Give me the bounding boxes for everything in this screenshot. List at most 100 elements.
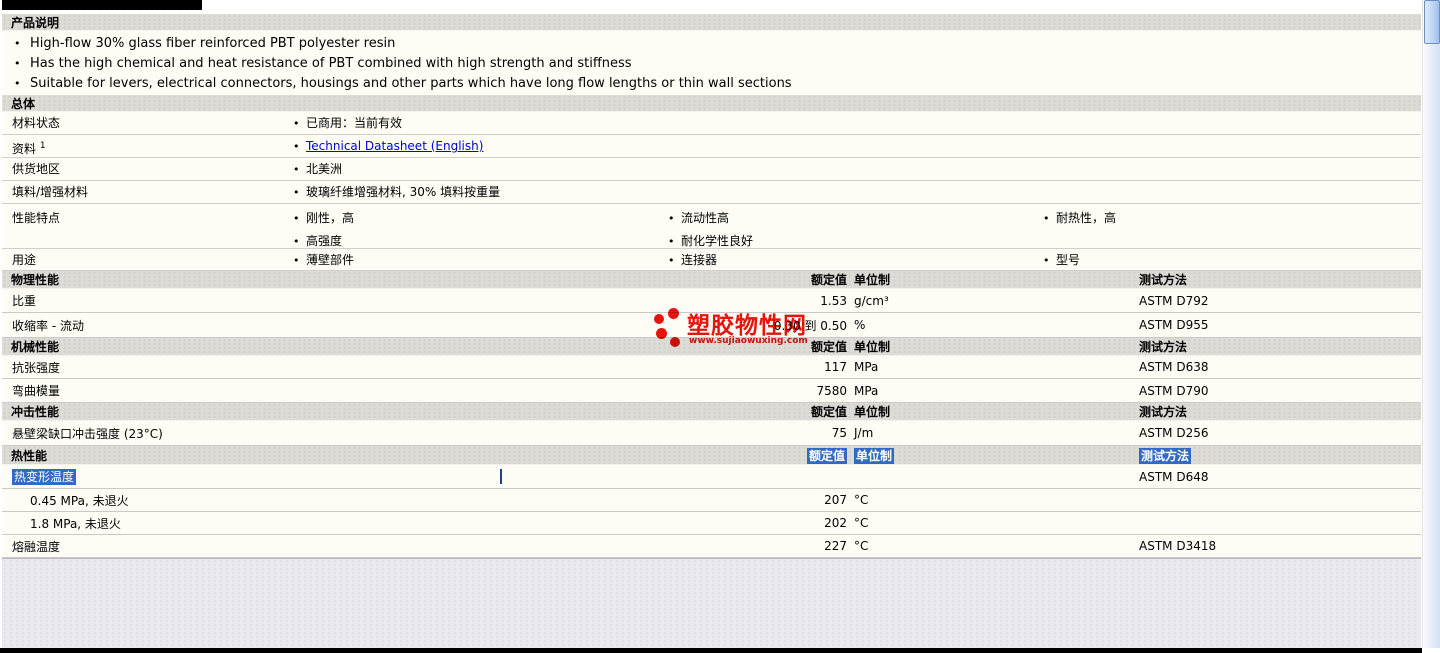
bullet-icon: • xyxy=(293,186,300,199)
property-label: 抗张强度 xyxy=(12,360,61,375)
property-row: 热变形温度 ASTM D648 xyxy=(2,465,1421,489)
property-row: 比重 1.53 g/cm³ ASTM D792 xyxy=(2,289,1421,313)
column-header-test-method: 测试方法 xyxy=(1139,405,1188,419)
bullet-icon: • xyxy=(14,57,21,70)
column-header-test-method: 测试方法 xyxy=(1139,340,1188,354)
property-unit: % xyxy=(854,318,866,332)
property-method: ASTM D256 xyxy=(1139,426,1209,440)
vertical-scrollbar[interactable] xyxy=(1422,0,1440,648)
property-value: 7580 xyxy=(816,383,847,398)
row-value: • 北美洲 xyxy=(293,158,668,181)
uses-col-3: • 型号 xyxy=(1043,249,1418,272)
bullet-text: High-flow 30% glass fiber reinforced PBT… xyxy=(30,36,396,51)
property-unit: J/m xyxy=(854,426,874,440)
property-value: 0.30 到 0.50 xyxy=(773,318,847,333)
datasheet-table: 产品说明 • High-flow 30% glass fiber reinforc… xyxy=(2,14,1421,648)
property-label: 熔融温度 xyxy=(12,539,61,554)
column-header-rated-value: 额定值 xyxy=(810,273,847,287)
property-label: 弯曲模量 xyxy=(12,384,61,398)
uses-col-2: • 连接器 xyxy=(668,249,1043,272)
section-title: 热性能 xyxy=(11,448,48,463)
selected-text: 额定值 xyxy=(806,447,847,464)
page-background-area xyxy=(2,558,1421,648)
property-unit: MPa xyxy=(854,360,879,374)
row-value: • Technical Datasheet (English) xyxy=(293,135,668,158)
bullet-icon: • xyxy=(293,163,300,176)
row-value: • 玻璃纤维增强材料, 30% 填料按重量 xyxy=(293,181,668,204)
selected-text: 测试方法 xyxy=(1139,447,1192,464)
bullet-icon: • xyxy=(14,37,21,50)
property-method: ASTM D638 xyxy=(1139,360,1209,374)
property-value: 207 xyxy=(824,493,847,507)
property-row: 0.45 MPa, 未退火 207 °C xyxy=(2,489,1421,512)
property-unit: g/cm³ xyxy=(854,293,889,308)
property-row: 悬壁梁缺口冲击强度 (23°C) 75 J/m ASTM D256 xyxy=(2,421,1421,446)
section-title: 机械性能 xyxy=(11,340,60,354)
property-unit: MPa xyxy=(854,383,879,398)
property-label: 1.8 MPa, 未退火 xyxy=(30,516,121,531)
bullet-icon: • xyxy=(668,212,675,225)
property-label: 悬壁梁缺口冲击强度 (23°C) xyxy=(12,426,163,441)
value-text: 高强度 xyxy=(306,234,343,248)
bullet-item: • High-flow 30% glass fiber reinforced PB… xyxy=(2,34,1421,54)
bullet-text: Has the high chemical and heat resistanc… xyxy=(30,56,632,71)
general-row-filler: 填料/增强材料 • 玻璃纤维增强材料, 30% 填料按重量 xyxy=(2,181,1421,204)
property-row: 收缩率 - 流动 0.30 到 0.50 % ASTM D955 xyxy=(2,313,1421,338)
column-header-unit: 单位制 xyxy=(854,340,891,354)
section-header-impact: 冲击性能 额定值 单位制 测试方法 xyxy=(2,403,1421,421)
property-value: 227 xyxy=(824,539,847,553)
bullet-icon: • xyxy=(668,254,675,267)
row-value: • 已商用：当前有效 xyxy=(293,112,668,135)
technical-datasheet-link[interactable]: Technical Datasheet (English) xyxy=(306,139,483,153)
general-row-documents: 资料 1 • Technical Datasheet (English) xyxy=(2,135,1421,158)
row-label: 供货地区 xyxy=(12,162,61,176)
feature-item: • 刚性，高 xyxy=(293,207,668,230)
column-header-unit: 单位制 xyxy=(854,273,891,287)
property-label: 0.45 MPa, 未退火 xyxy=(30,493,129,508)
column-header-test-method: 测试方法 xyxy=(1139,447,1421,464)
section-title: 冲击性能 xyxy=(11,405,60,419)
property-value: 75 xyxy=(831,426,847,440)
column-header-rated-value: 额定值 xyxy=(810,340,847,354)
uses-col-1: • 薄壁部件 xyxy=(293,249,668,272)
bullet-icon: • xyxy=(14,77,21,90)
general-row-features: 性能特点 • 刚性，高 • 高强度 • 流动性高 • 耐化学性良好 • 耐热性，高 xyxy=(2,204,1421,249)
column-header-unit: 单位制 xyxy=(854,405,891,419)
value-text: 连接器 xyxy=(681,253,718,267)
property-unit: °C xyxy=(854,493,869,507)
feature-item: • 流动性高 xyxy=(668,207,1043,230)
bullet-item: • Suitable for levers, electrical connect… xyxy=(2,74,1421,94)
selected-text: 热变形温度 xyxy=(12,469,77,485)
bullet-icon: • xyxy=(293,140,300,153)
features-col-1: • 刚性，高 • 高强度 xyxy=(293,207,668,253)
page: 产品说明 • High-flow 30% glass fiber reinforc… xyxy=(0,0,1440,653)
bullet-icon: • xyxy=(293,117,300,130)
property-label: 收缩率 - 流动 xyxy=(12,318,84,333)
bottom-black-bar xyxy=(0,648,1422,653)
value-text: 型号 xyxy=(1056,253,1081,267)
section-title: 产品说明 xyxy=(11,15,60,30)
footnote-marker: 1 xyxy=(39,141,46,151)
bullet-text: Suitable for levers, electrical connecto… xyxy=(30,76,792,91)
selected-text: 单位制 xyxy=(854,447,895,464)
value-text: 玻璃纤维增强材料, 30% 填料按重量 xyxy=(306,185,501,199)
column-header-test-method: 测试方法 xyxy=(1139,273,1188,287)
property-unit: °C xyxy=(854,516,869,530)
property-label: 热变形温度 xyxy=(2,468,719,485)
value-text: 耐热性，高 xyxy=(1056,211,1117,225)
property-method: ASTM D648 xyxy=(1139,469,1209,484)
value-text: 流动性高 xyxy=(681,211,730,225)
row-label: 资料 1 xyxy=(2,135,293,160)
text-cursor xyxy=(500,469,502,484)
bullet-item: • Has the high chemical and heat resistan… xyxy=(2,54,1421,74)
value-text: 北美洲 xyxy=(306,162,343,176)
property-value: 1.53 xyxy=(820,293,847,308)
property-method: ASTM D955 xyxy=(1139,318,1209,332)
property-method: ASTM D3418 xyxy=(1139,539,1217,553)
section-header-mechanical: 机械性能 额定值 单位制 测试方法 xyxy=(2,338,1421,356)
scrollbar-thumb[interactable] xyxy=(1424,0,1440,44)
row-label: 材料状态 xyxy=(12,116,61,130)
value-text: 耐化学性良好 xyxy=(681,234,754,248)
property-row: 1.8 MPa, 未退火 202 °C xyxy=(2,512,1421,535)
value-text: 已商用：当前有效 xyxy=(306,116,403,130)
